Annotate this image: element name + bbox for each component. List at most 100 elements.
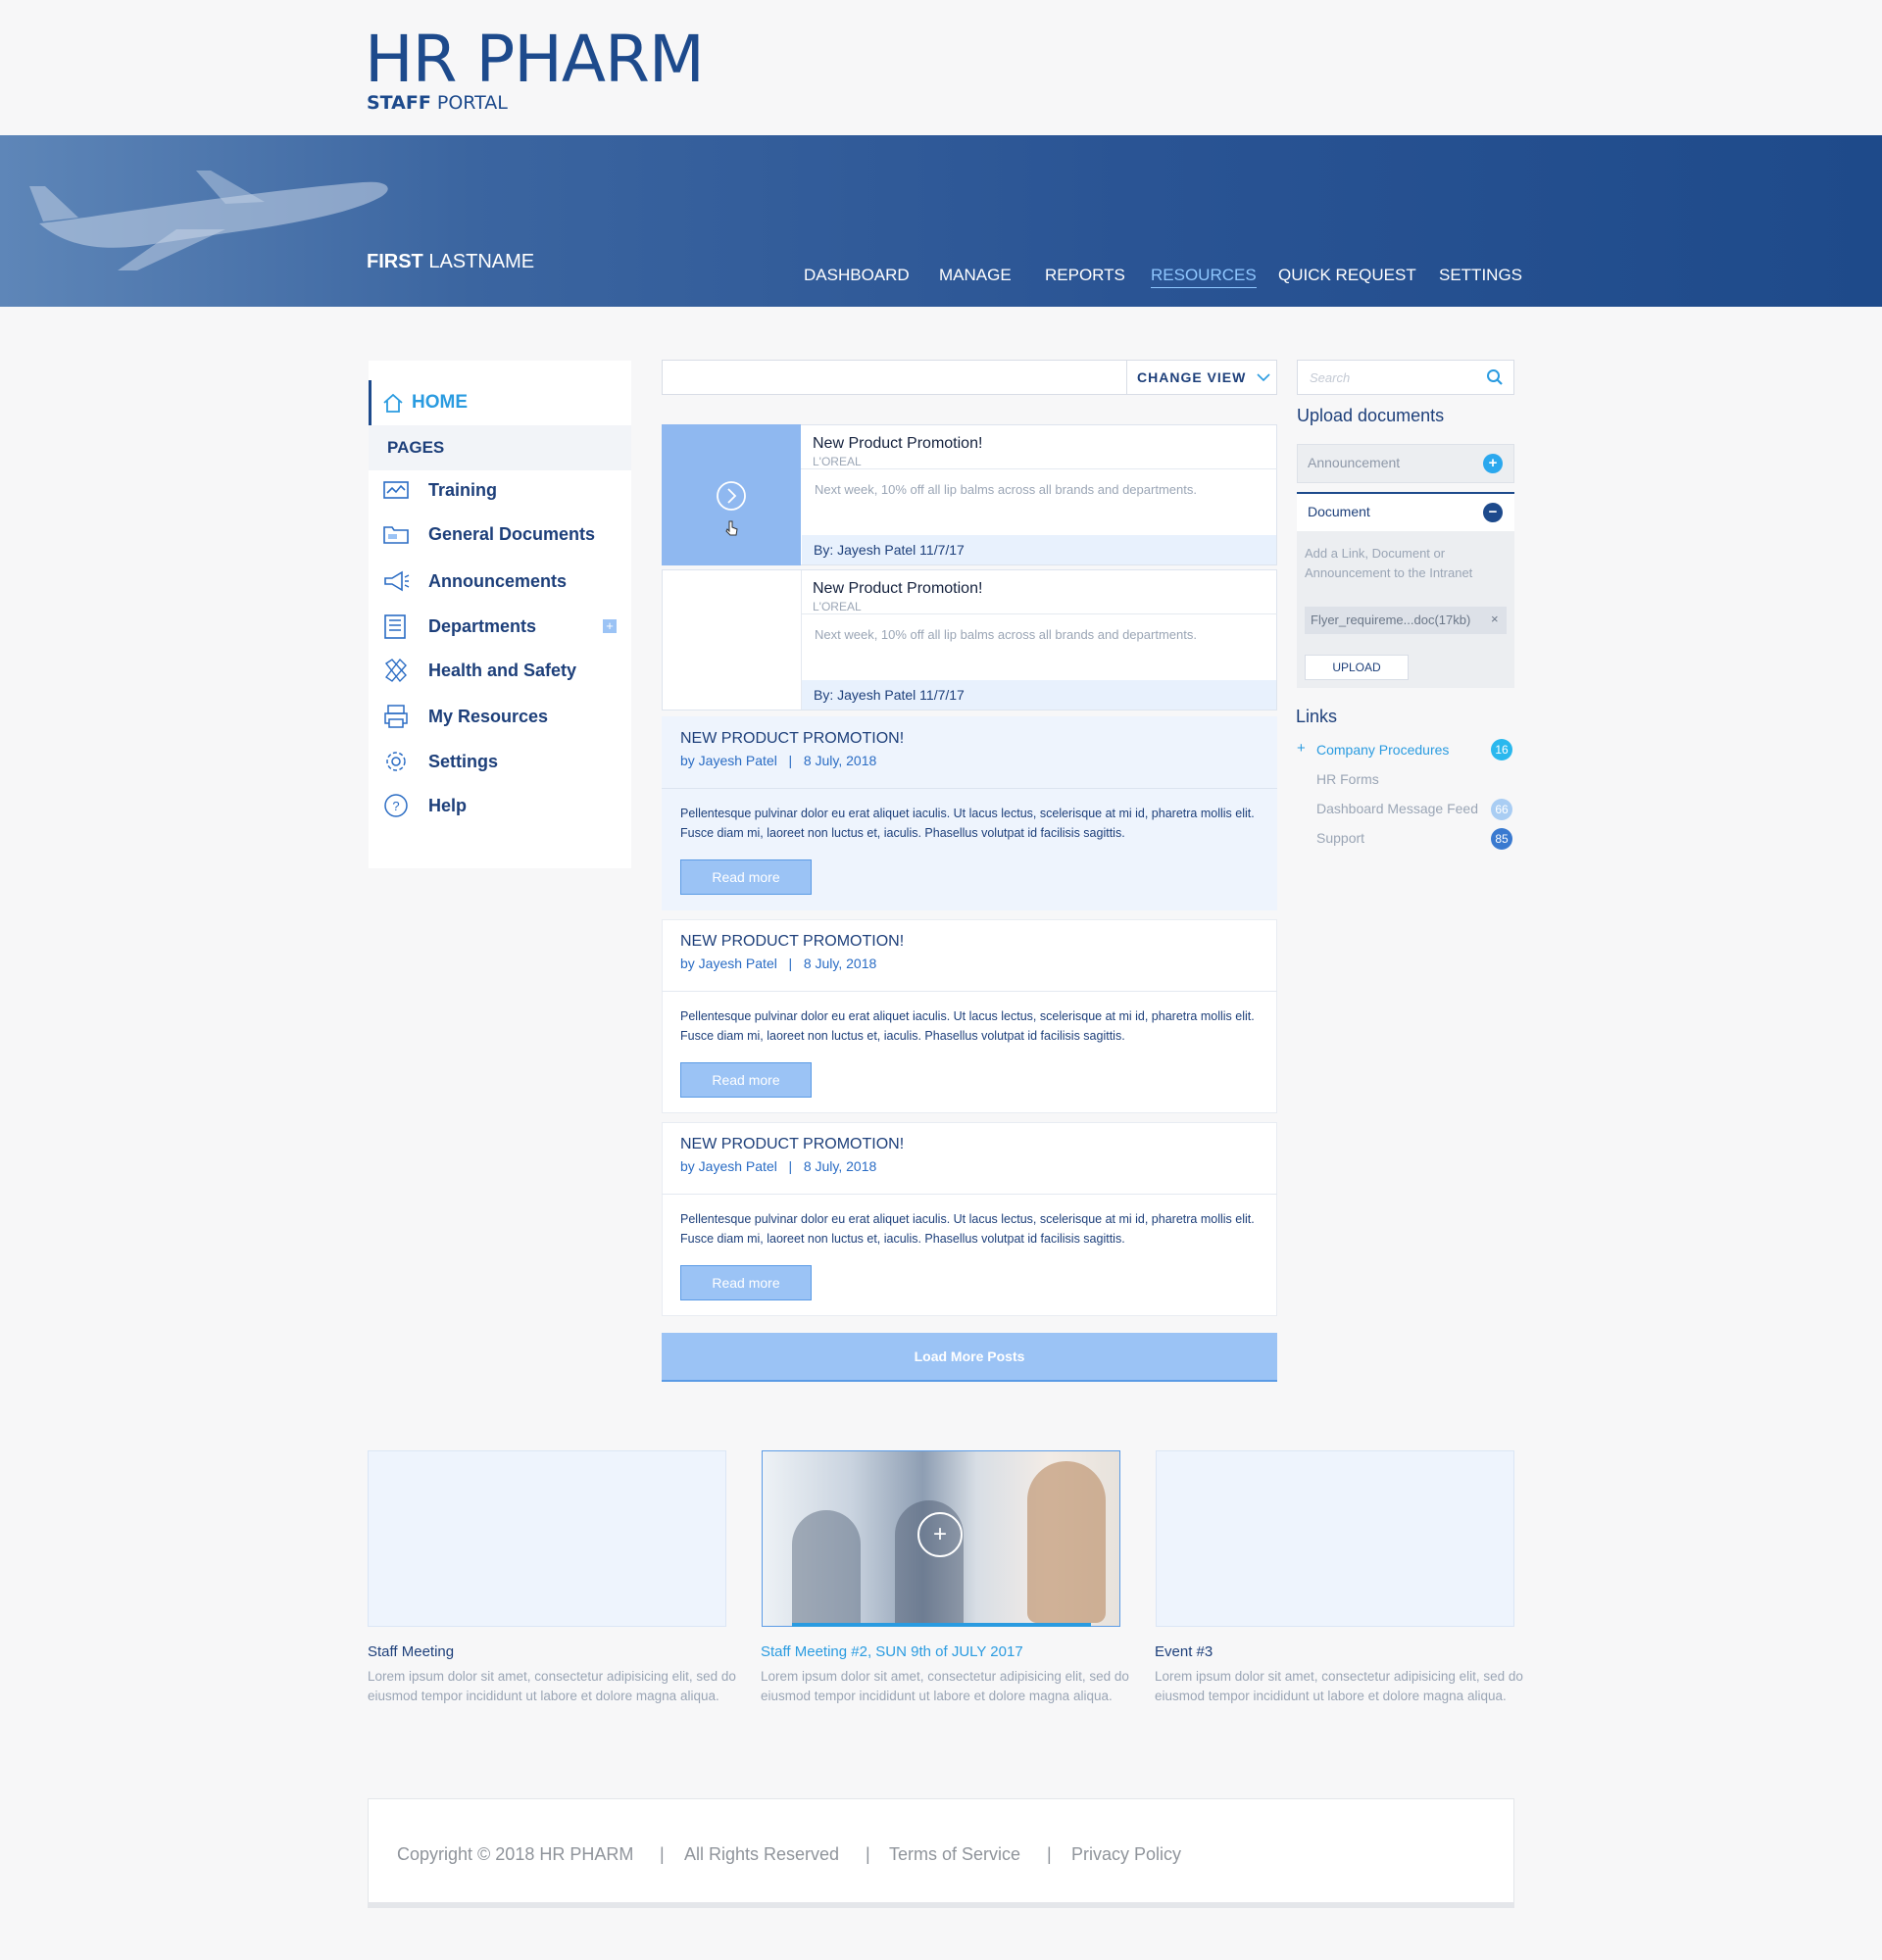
divider — [801, 468, 1277, 469]
footer-separator: | — [866, 1844, 870, 1864]
home-icon — [383, 393, 403, 413]
search-placeholder: Search — [1310, 370, 1351, 385]
sidebar-home[interactable] — [369, 380, 631, 425]
card-description: Next week, 10% off all lip balms across … — [815, 482, 1197, 497]
post-body: Pellentesque pulvinar dolor eu erat aliq… — [680, 1009, 1255, 1043]
footer-separator: | — [660, 1844, 665, 1864]
logo-title: HR PHARM — [365, 22, 705, 97]
post-body: Pellentesque pulvinar dolor eu erat aliq… — [680, 807, 1255, 840]
sidebar-item-announcements[interactable]: Announcements — [428, 571, 567, 592]
zoom-plus-icon[interactable]: + — [917, 1512, 963, 1557]
links-title: Links — [1296, 707, 1338, 726]
divider — [801, 613, 1277, 614]
sidebar-item-help[interactable]: Help — [428, 796, 467, 816]
training-icon — [383, 481, 409, 499]
event-image[interactable] — [1156, 1450, 1514, 1627]
footer-privacy-link[interactable]: Privacy Policy — [1071, 1844, 1181, 1865]
link-support[interactable]: Support — [1316, 830, 1364, 846]
svg-text:?: ? — [392, 799, 399, 813]
arrow-right-circle-icon[interactable] — [716, 480, 747, 512]
card-title: New Product Promotion! — [813, 435, 983, 452]
read-more-button[interactable]: Read more — [680, 859, 812, 895]
airplane-icon — [29, 171, 388, 270]
nav-settings[interactable]: SETTINGS — [1439, 266, 1522, 285]
nav-resources[interactable]: RESOURCES — [1151, 266, 1257, 288]
collapse-icon[interactable]: − — [1483, 503, 1503, 522]
logo-subtitle: STAFF PORTAL — [367, 92, 508, 114]
divider — [662, 1194, 1277, 1195]
sidebar-pages-label: PAGES — [387, 438, 445, 457]
link-company-procedures[interactable]: Company Procedures — [1316, 742, 1449, 758]
printer-icon — [384, 705, 408, 728]
event-image-photo[interactable]: + — [762, 1450, 1120, 1627]
cursor-icon — [725, 520, 738, 536]
post-title[interactable]: NEW PRODUCT PROMOTION! — [680, 1136, 904, 1153]
link-badge: 66 — [1491, 799, 1512, 820]
megaphone-icon — [384, 570, 410, 592]
event-description: Lorem ipsum dolor sit amet, consectetur … — [761, 1669, 1129, 1703]
search-icon[interactable] — [1486, 368, 1504, 386]
sidebar-home-label: HOME — [412, 392, 468, 413]
load-more-button[interactable]: Load More Posts — [662, 1333, 1277, 1382]
footer-terms-link[interactable]: Terms of Service — [889, 1844, 1020, 1865]
add-icon[interactable]: + — [1483, 454, 1503, 473]
building-icon — [384, 614, 406, 639]
person-silhouette — [792, 1510, 861, 1623]
progress-bar — [792, 1623, 1091, 1627]
card-footer: By: Jayesh Patel 11/7/17 — [802, 535, 1276, 564]
question-icon: ? — [384, 794, 408, 817]
sidebar-item-general-documents[interactable]: General Documents — [428, 524, 595, 545]
link-badge: 85 — [1491, 828, 1512, 850]
post-title[interactable]: NEW PRODUCT PROMOTION! — [680, 730, 904, 748]
user-name[interactable]: FIRST LASTNAME — [367, 251, 534, 273]
post-meta: by Jayesh Patel | 8 July, 2018 — [680, 753, 877, 768]
sidebar-item-settings[interactable]: Settings — [428, 752, 498, 772]
footer-separator: | — [1047, 1844, 1052, 1864]
announcement-label: Announcement — [1308, 455, 1401, 470]
bandage-icon — [384, 658, 407, 683]
folder-icon — [383, 526, 409, 544]
nav-quick-request[interactable]: QUICK REQUEST — [1278, 266, 1416, 285]
link-badge: 16 — [1491, 739, 1512, 760]
card-brand: L'OREAL — [813, 600, 862, 613]
footer-copyright: Copyright © 2018 HR PHARM — [397, 1844, 634, 1864]
upload-button[interactable]: UPLOAD — [1305, 655, 1409, 680]
card-brand: L'OREAL — [813, 455, 862, 468]
event-image[interactable] — [368, 1450, 726, 1627]
upload-hint: Add a Link, Document or Announcement to … — [1305, 546, 1473, 580]
post-body: Pellentesque pulvinar dolor eu erat aliq… — [680, 1212, 1255, 1246]
document-label: Document — [1308, 504, 1370, 519]
plus-icon: + — [1297, 740, 1306, 757]
card-footer: By: Jayesh Patel 11/7/17 — [802, 680, 1276, 710]
post-title[interactable]: NEW PRODUCT PROMOTION! — [680, 933, 904, 951]
sidebar-item-departments[interactable]: Departments — [428, 616, 536, 637]
nav-reports[interactable]: REPORTS — [1045, 266, 1125, 285]
gear-icon — [386, 752, 406, 771]
close-icon[interactable]: × — [1491, 612, 1499, 626]
post-meta: by Jayesh Patel | 8 July, 2018 — [680, 1158, 877, 1174]
upload-title: Upload documents — [1297, 406, 1445, 425]
file-chip: Flyer_requireme...doc(17kb) — [1305, 607, 1507, 634]
event-title[interactable]: Staff Meeting — [368, 1643, 454, 1660]
card-description: Next week, 10% off all lip balms across … — [815, 627, 1197, 642]
expand-icon[interactable]: + — [603, 619, 617, 633]
event-title[interactable]: Event #3 — [1155, 1643, 1213, 1660]
nav-dashboard[interactable]: DASHBOARD — [804, 266, 910, 285]
change-view-button[interactable]: CHANGE VIEW — [1126, 360, 1277, 395]
sidebar-item-my-resources[interactable]: My Resources — [428, 707, 548, 727]
link-hr-forms[interactable]: HR Forms — [1316, 771, 1379, 787]
read-more-button[interactable]: Read more — [680, 1062, 812, 1098]
link-dashboard-message-feed[interactable]: Dashboard Message Feed — [1316, 801, 1478, 816]
person-silhouette — [1027, 1461, 1106, 1623]
card-title: New Product Promotion! — [813, 580, 983, 597]
footer-rights: All Rights Reserved — [684, 1844, 840, 1864]
event-description: Lorem ipsum dolor sit amet, consectetur … — [1155, 1669, 1523, 1703]
read-more-button[interactable]: Read more — [680, 1265, 812, 1300]
event-title[interactable]: Staff Meeting #2, SUN 9th of JULY 2017 — [761, 1643, 1023, 1660]
divider — [662, 788, 1277, 789]
nav-manage[interactable]: MANAGE — [939, 266, 1012, 285]
sidebar-item-health-and-safety[interactable]: Health and Safety — [428, 661, 576, 681]
sidebar-item-training[interactable]: Training — [428, 480, 497, 501]
post-meta: by Jayesh Patel | 8 July, 2018 — [680, 956, 877, 971]
divider — [662, 991, 1277, 992]
